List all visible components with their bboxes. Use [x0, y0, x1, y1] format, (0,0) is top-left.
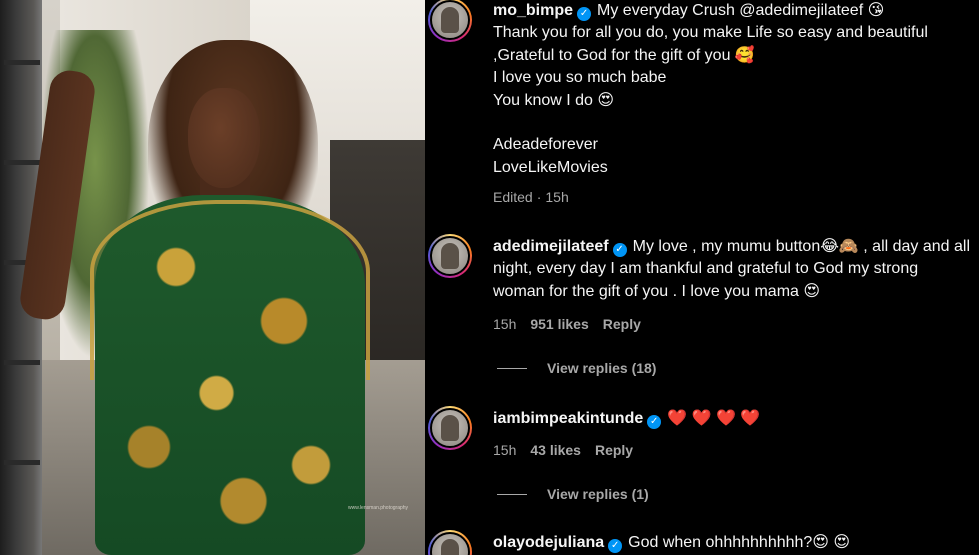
meta-separator: ·: [536, 189, 542, 205]
comment-text-line: My everyday Crush @adedimejilateef 😘: [597, 2, 885, 19]
post-photo[interactable]: www.lensman.photography: [0, 0, 425, 555]
comment-username[interactable]: adedimejilateef: [493, 238, 609, 255]
view-replies-label: View replies (18): [547, 360, 657, 376]
replies-divider: [497, 493, 527, 495]
comment-text-line: ,Grateful to God for the gift of you 🥰: [493, 46, 755, 64]
photo-dress-trim: [90, 200, 370, 380]
comment-time: 15h: [493, 316, 517, 332]
view-replies-button[interactable]: View replies (1): [497, 486, 649, 502]
comment-text-line: You know I do 😍: [493, 91, 615, 109]
comment-text: ❤️ ❤️ ❤️ ❤️: [667, 410, 761, 427]
comment-meta: 15h 951 likes Reply: [493, 316, 655, 332]
comment-text-line: I love you so much babe: [493, 69, 667, 87]
like-count[interactable]: 951 likes: [530, 316, 588, 332]
comments-panel[interactable]: mo_bimpe ✓ My everyday Crush @adedimejilat…: [425, 0, 979, 555]
photo-watermark: www.lensman.photography: [348, 505, 409, 511]
verified-badge-icon: ✓: [608, 539, 623, 553]
verified-badge-icon: ✓: [612, 243, 627, 257]
comment-username[interactable]: mo_bimpe: [493, 2, 573, 19]
edited-label: Edited: [493, 189, 533, 205]
comment-time: 15h: [493, 442, 517, 458]
comment-text-line: Thank you for all you do, you make Life …: [493, 24, 928, 42]
avatar[interactable]: [428, 530, 472, 555]
avatar[interactable]: [428, 406, 472, 450]
post-viewer: www.lensman.photography mo_bimpe ✓ My ever…: [0, 0, 979, 555]
comment-username[interactable]: iambimpeakintunde: [493, 410, 643, 427]
comment-text-line: LoveLikeMovies: [493, 158, 608, 176]
comment-first-line: mo_bimpe ✓ My everyday Crush @adedimejilat…: [493, 0, 973, 22]
verified-badge-icon: ✓: [647, 415, 662, 429]
replies-divider: [497, 367, 527, 369]
comment-username[interactable]: olayodejuliana: [493, 534, 604, 551]
comment-text-line: Adeadeforever: [493, 136, 598, 154]
comment-meta: Edited · 15h: [493, 189, 583, 205]
avatar[interactable]: [428, 234, 472, 278]
reply-button[interactable]: Reply: [603, 316, 641, 332]
comment-meta: 15h 43 likes Reply: [493, 442, 647, 458]
like-count[interactable]: 43 likes: [530, 442, 581, 458]
comment-text: God when ohhhhhhhhhh?😍 😍: [628, 534, 851, 551]
reply-button[interactable]: Reply: [595, 442, 633, 458]
view-replies-button[interactable]: View replies (18): [497, 360, 656, 376]
verified-badge-icon: ✓: [577, 7, 592, 21]
photo-face: [188, 88, 260, 188]
view-replies-label: View replies (1): [547, 486, 649, 502]
avatar[interactable]: [428, 0, 472, 42]
comment-blank-line: [493, 112, 973, 134]
comment-time: 15h: [545, 189, 569, 205]
